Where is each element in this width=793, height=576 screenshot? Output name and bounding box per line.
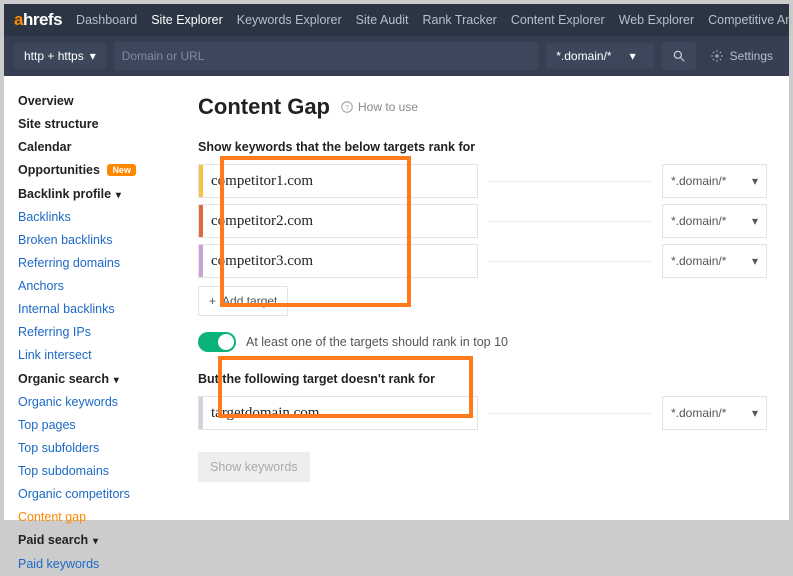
sidebar-item-calendar[interactable]: Calendar xyxy=(18,136,176,159)
search-button[interactable] xyxy=(662,42,696,70)
logo-accent: a xyxy=(14,10,23,29)
organic-search-label: Organic search xyxy=(18,372,109,386)
sidebar-section-organic-search[interactable]: Organic search ▾ xyxy=(18,368,176,391)
own-target-input[interactable] xyxy=(203,397,477,429)
section2-label: But the following target doesn't rank fo… xyxy=(198,372,767,386)
nav-rank-tracker[interactable]: Rank Tracker xyxy=(423,13,497,27)
competitor-scope-dropdown[interactable]: *.domain/* ▾ xyxy=(662,204,767,238)
mode-label: *.domain/* xyxy=(556,49,611,63)
mode-dropdown[interactable]: *.domain/* ▾ xyxy=(546,43,653,69)
sidebar-item-backlinks[interactable]: Backlinks xyxy=(18,206,176,229)
content-area: Content Gap ? How to use Show keywords t… xyxy=(176,76,789,576)
chevron-down-icon: ▾ xyxy=(752,254,758,268)
how-to-use-link[interactable]: ? How to use xyxy=(340,100,418,114)
sidebar-section-backlink-profile[interactable]: Backlink profile ▾ xyxy=(18,183,176,206)
gear-icon xyxy=(710,49,724,63)
sidebar-item-top-pages[interactable]: Top pages xyxy=(18,414,176,437)
competitor-scope-dropdown[interactable]: *.domain/* ▾ xyxy=(662,244,767,278)
sidebar-item-content-gap[interactable]: Content gap xyxy=(18,506,176,529)
sidebar-item-organic-keywords[interactable]: Organic keywords xyxy=(18,391,176,414)
competitor-target-input[interactable] xyxy=(203,165,477,197)
nav-content-explorer[interactable]: Content Explorer xyxy=(511,13,605,27)
sidebar-item-overview[interactable]: Overview xyxy=(18,90,176,113)
svg-text:?: ? xyxy=(345,103,349,112)
settings-label: Settings xyxy=(730,49,773,63)
competitor-target-row: *.domain/* ▾ xyxy=(198,204,767,238)
add-target-label: Add target xyxy=(222,294,277,308)
sidebar-item-opportunities[interactable]: Opportunities New xyxy=(18,159,176,182)
nav-keywords-explorer[interactable]: Keywords Explorer xyxy=(237,13,342,27)
sidebar-item-top-subfolders[interactable]: Top subfolders xyxy=(18,437,176,460)
sidebar-item-paid-keywords[interactable]: Paid keywords xyxy=(18,553,176,576)
sidebar-item-anchors[interactable]: Anchors xyxy=(18,275,176,298)
add-target-button[interactable]: + Add target xyxy=(198,286,288,316)
nav-competitive-analysis[interactable]: Competitive Anal xyxy=(708,13,793,27)
protocol-label: http + https xyxy=(24,49,84,63)
own-scope-dropdown[interactable]: *.domain/* ▾ xyxy=(662,396,767,430)
sidebar-item-referring-domains[interactable]: Referring domains xyxy=(18,252,176,275)
top10-toggle-label: At least one of the targets should rank … xyxy=(246,335,508,349)
chevron-down-icon: ▾ xyxy=(752,406,758,420)
show-keywords-button[interactable]: Show keywords xyxy=(198,452,310,482)
settings-link[interactable]: Settings xyxy=(704,49,779,63)
chevron-down-icon: ▾ xyxy=(630,49,636,63)
plus-icon: + xyxy=(209,294,216,308)
sidebar-item-link-intersect[interactable]: Link intersect xyxy=(18,344,176,367)
how-to-use-label: How to use xyxy=(358,100,418,114)
backlink-profile-label: Backlink profile xyxy=(18,187,111,201)
chevron-down-icon: ▾ xyxy=(90,49,96,63)
scope-label: *.domain/* xyxy=(671,174,726,188)
toggle-knob xyxy=(218,334,234,350)
sidebar-item-internal-backlinks[interactable]: Internal backlinks xyxy=(18,298,176,321)
competitor-target-row: *.domain/* ▾ xyxy=(198,164,767,198)
competitor-target-input[interactable] xyxy=(203,205,477,237)
section1-label: Show keywords that the below targets ran… xyxy=(198,140,767,154)
sidebar: Overview Site structure Calendar Opportu… xyxy=(4,76,176,576)
logo-rest: hrefs xyxy=(23,10,62,29)
help-icon: ? xyxy=(340,100,354,114)
page-title: Content Gap xyxy=(198,94,330,120)
sidebar-item-referring-ips[interactable]: Referring IPs xyxy=(18,321,176,344)
sidebar-section-paid-search[interactable]: Paid search ▾ xyxy=(18,529,176,552)
protocol-dropdown[interactable]: http + https ▾ xyxy=(14,43,106,69)
nav-site-audit[interactable]: Site Audit xyxy=(356,13,409,27)
own-target-row: *.domain/* ▾ xyxy=(198,396,767,430)
nav-site-explorer[interactable]: Site Explorer xyxy=(151,13,223,27)
sidebar-item-broken-backlinks[interactable]: Broken backlinks xyxy=(18,229,176,252)
competitor-target-row: *.domain/* ▾ xyxy=(198,244,767,278)
sidebar-item-organic-competitors[interactable]: Organic competitors xyxy=(18,483,176,506)
sidebar-item-site-structure[interactable]: Site structure xyxy=(18,113,176,136)
chevron-down-icon: ▾ xyxy=(752,174,758,188)
top-nav: ahrefs Dashboard Site Explorer Keywords … xyxy=(4,4,789,36)
sidebar-item-top-subdomains[interactable]: Top subdomains xyxy=(18,460,176,483)
nav-web-explorer[interactable]: Web Explorer xyxy=(619,13,695,27)
sidebar-opportunities-label: Opportunities xyxy=(18,163,100,177)
new-badge: New xyxy=(107,164,136,176)
chevron-down-icon: ▾ xyxy=(113,190,121,201)
url-input[interactable] xyxy=(114,42,538,70)
logo[interactable]: ahrefs xyxy=(14,10,62,30)
chevron-down-icon: ▾ xyxy=(111,375,119,386)
paid-search-label: Paid search xyxy=(18,533,88,547)
search-bar: http + https ▾ *.domain/* ▾ Settings xyxy=(4,36,789,76)
nav-dashboard[interactable]: Dashboard xyxy=(76,13,137,27)
competitor-scope-dropdown[interactable]: *.domain/* ▾ xyxy=(662,164,767,198)
own-scope-label: *.domain/* xyxy=(671,406,726,420)
chevron-down-icon: ▾ xyxy=(752,214,758,228)
search-icon xyxy=(672,49,686,63)
chevron-down-icon: ▾ xyxy=(90,536,98,547)
competitor-target-input[interactable] xyxy=(203,245,477,277)
scope-label: *.domain/* xyxy=(671,254,726,268)
scope-label: *.domain/* xyxy=(671,214,726,228)
top10-toggle[interactable] xyxy=(198,332,236,352)
